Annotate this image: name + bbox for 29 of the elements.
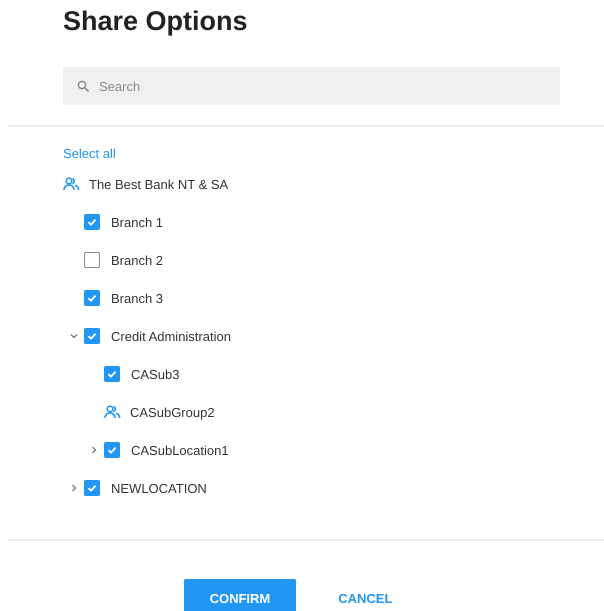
- tree-item-label[interactable]: CASubGroup2: [130, 404, 215, 420]
- checkmark-icon: [86, 482, 98, 494]
- tree-item-label[interactable]: The Best Bank NT & SA: [89, 176, 228, 192]
- checkmark-icon: [86, 216, 98, 228]
- checkmark-icon: [86, 292, 98, 304]
- tree-item-label[interactable]: Branch 2: [111, 252, 164, 268]
- checkbox[interactable]: [84, 480, 100, 496]
- tree-item-label[interactable]: Branch 3: [111, 290, 164, 306]
- tree-item-label[interactable]: CASub3: [131, 366, 180, 382]
- tree-item-label[interactable]: Branch 1: [111, 214, 164, 230]
- checkmark-icon: [106, 444, 118, 456]
- checkbox[interactable]: [84, 328, 100, 344]
- checkbox[interactable]: [84, 290, 100, 306]
- checkbox[interactable]: [104, 366, 120, 382]
- tree-item-label[interactable]: Credit Administration: [111, 328, 231, 344]
- chevron-right-icon[interactable]: [70, 484, 78, 492]
- search-field[interactable]: Search: [63, 67, 560, 105]
- checkmark-icon: [106, 368, 118, 380]
- tree-item-label[interactable]: CASubLocation1: [131, 442, 229, 458]
- checkbox[interactable]: [84, 214, 100, 230]
- chevron-right-icon[interactable]: [90, 446, 98, 454]
- checkmark-icon: [86, 330, 98, 342]
- chevron-down-icon[interactable]: [70, 332, 78, 340]
- checkbox[interactable]: [84, 252, 100, 268]
- people-icon: [104, 405, 121, 419]
- dialog-title: Share Options: [62, 5, 249, 38]
- people-icon: [63, 177, 80, 191]
- checkbox[interactable]: [104, 442, 120, 458]
- tree-item-label[interactable]: NEWLOCATION: [111, 480, 207, 496]
